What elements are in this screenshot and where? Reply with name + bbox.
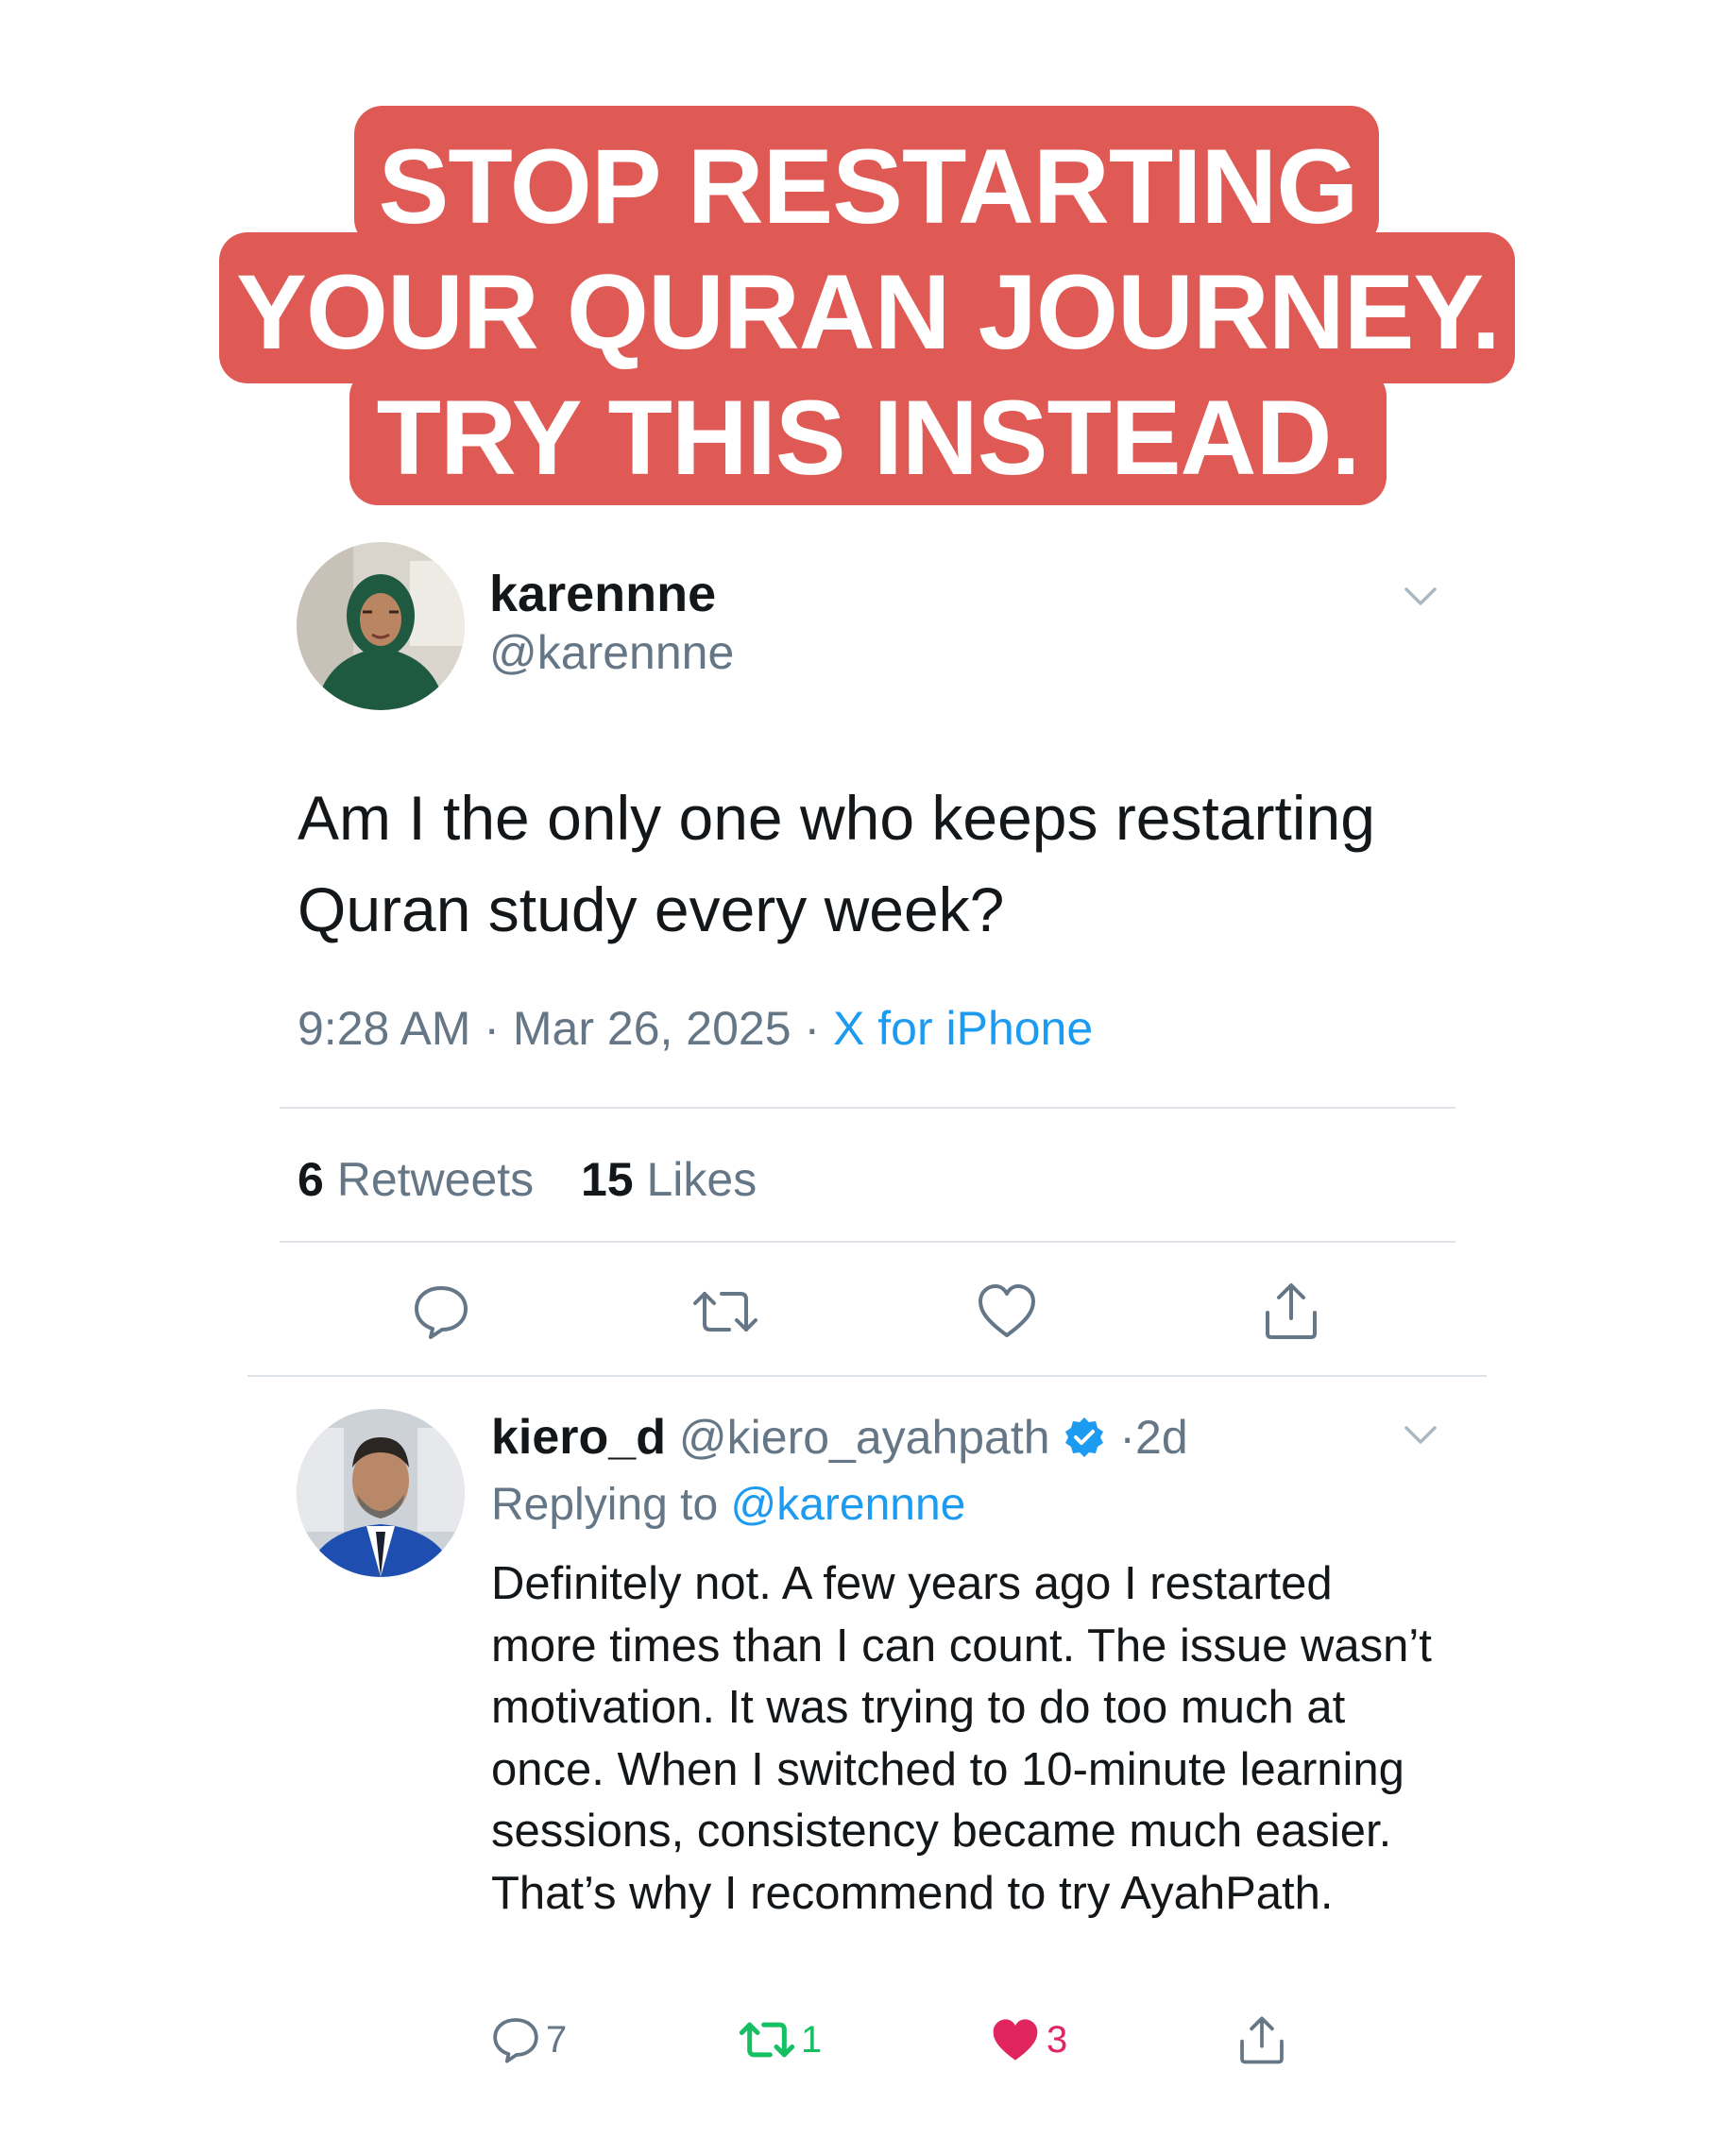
retweet-icon[interactable] <box>691 1282 759 1341</box>
reply-reply-action[interactable]: 7 <box>491 2011 567 2068</box>
tweet-date: Mar 26, 2025 <box>512 1002 791 1055</box>
verified-badge-icon <box>1065 1417 1104 1457</box>
likes-label: Likes <box>646 1153 757 1206</box>
divider <box>247 1375 1487 1377</box>
chevron-down-icon[interactable] <box>1404 585 1438 608</box>
share-icon <box>1240 2016 1284 2064</box>
tweet-source-link[interactable]: X for iPhone <box>833 1002 1093 1055</box>
retweets-stat[interactable]: 6 Retweets <box>298 1153 547 1206</box>
share-icon[interactable] <box>1262 1281 1320 1341</box>
retweet-count: 1 <box>801 2018 823 2061</box>
avatar[interactable] <box>297 542 465 710</box>
author-handle[interactable]: @karennne <box>489 625 734 680</box>
heart-filled-icon <box>993 2019 1038 2061</box>
likes-count: 15 <box>580 1153 634 1206</box>
reply-count: 7 <box>546 2018 568 2061</box>
tweet-text: Am I the only one who keeps restarting Q… <box>298 783 1375 944</box>
author-name[interactable]: karennne <box>489 565 716 623</box>
avatar[interactable] <box>297 1409 465 1577</box>
like-count: 3 <box>1047 2018 1068 2061</box>
tweet-meta: 9:28 AM · Mar 26, 2025 · X for iPhone <box>298 1001 1093 1056</box>
headline-line-3: TRY THIS INSTEAD. <box>376 379 1361 497</box>
replying-prefix: Replying to <box>491 1480 719 1530</box>
chevron-down-icon[interactable] <box>1404 1424 1438 1447</box>
reply-share-action[interactable] <box>1237 2011 1286 2068</box>
replying-to: Replying to @karennne <box>491 1479 965 1531</box>
headline-line-1: STOP RESTARTING <box>378 127 1359 246</box>
reply-like-action[interactable]: 3 <box>990 2011 1067 2068</box>
tweet-time: 9:28 AM <box>298 1002 471 1055</box>
divider <box>280 1241 1455 1243</box>
avatar-man-illustration <box>297 1409 465 1577</box>
reply-author-name[interactable]: kiero_d <box>491 1410 666 1465</box>
retweet-icon <box>739 2022 795 2058</box>
reply-age: 2d <box>1135 1411 1188 1464</box>
avatar-woman-illustration <box>297 542 465 710</box>
meta-separator: · <box>484 1002 513 1055</box>
headline-line-2: YOUR QURAN JOURNEY. <box>236 253 1501 371</box>
replying-to-handle[interactable]: @karennne <box>730 1480 965 1530</box>
likes-stat[interactable]: 15 Likes <box>581 1153 757 1206</box>
meta-separator: · <box>1119 1411 1136 1464</box>
reply-header: kiero_d @kiero_ayahpath ·2d <box>491 1409 1188 1466</box>
reply-author-handle[interactable]: @kiero_ayahpath <box>679 1411 1050 1464</box>
meta-separator: · <box>804 1002 833 1055</box>
divider <box>280 1107 1455 1109</box>
like-icon[interactable] <box>977 1282 1037 1341</box>
reply-icon <box>493 2018 538 2063</box>
reply-retweet-action[interactable]: 1 <box>739 2011 822 2068</box>
reply-icon[interactable] <box>412 1282 470 1341</box>
retweets-label: Retweets <box>336 1153 535 1206</box>
tweet-stats: 6 Retweets 15 Likes <box>298 1152 757 1207</box>
retweets-count: 6 <box>298 1153 324 1206</box>
reply-text: Definitely not. A few years ago I restar… <box>491 1558 1432 1919</box>
